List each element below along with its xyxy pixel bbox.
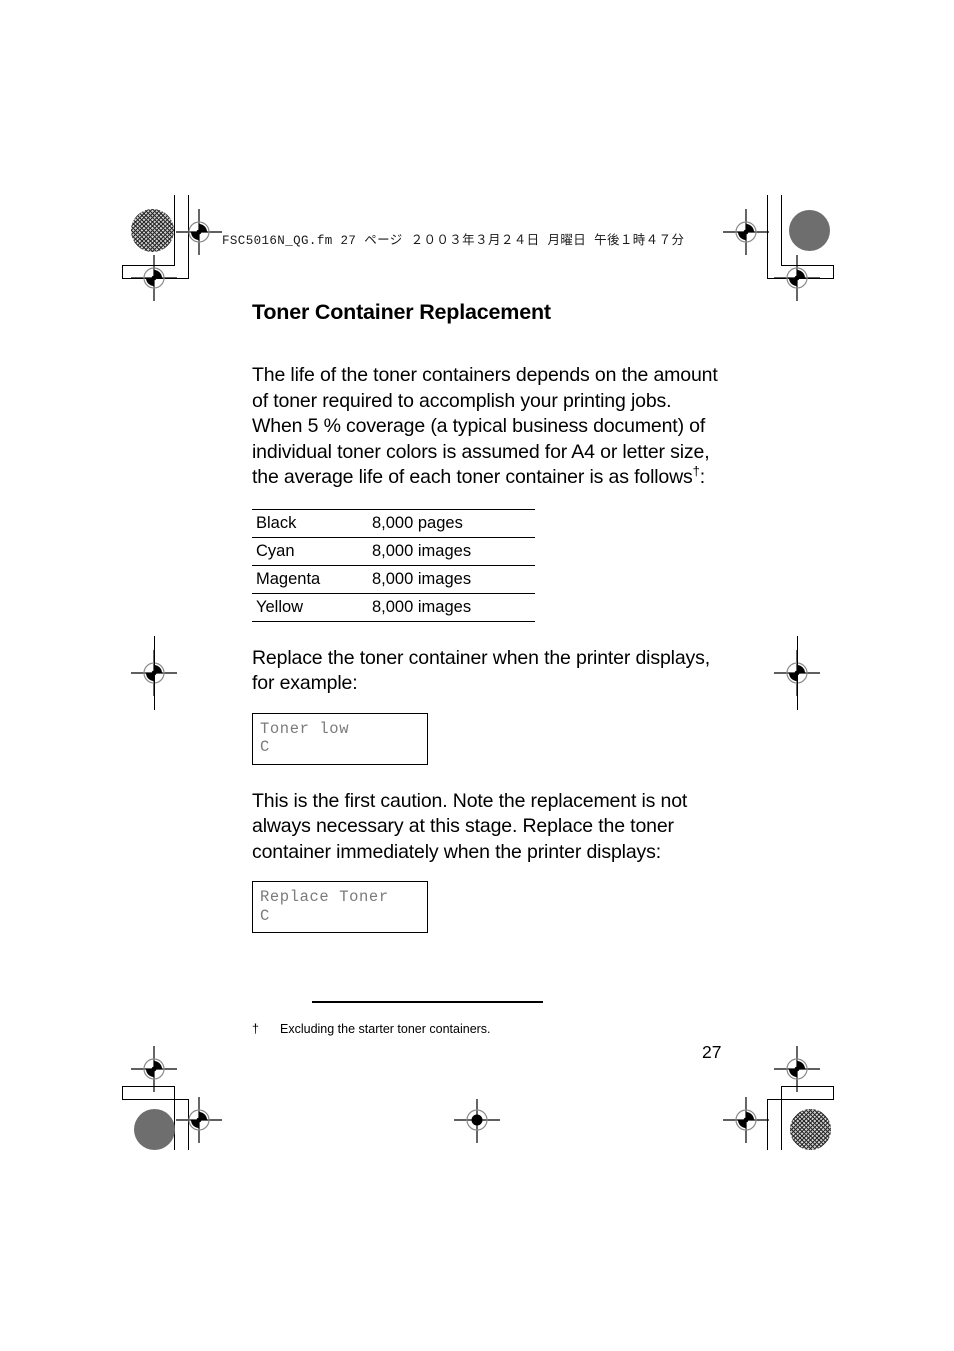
file-info-slug: FSC5016N_QG.fm 27 ページ ２００３年３月２４日 月曜日 午後１… [222, 234, 685, 248]
page-number: 27 [702, 1042, 722, 1062]
replace-instruction-paragraph: Replace the toner container when the pri… [252, 646, 711, 695]
registration-mark-top-right [723, 209, 769, 255]
registration-mark-bottom-right [723, 1097, 769, 1143]
solid-density-dot-bottom-left [134, 1109, 175, 1150]
footnote: † Excluding the starter toner containers. [252, 1021, 491, 1037]
crop-mark-line [154, 636, 155, 710]
screened-density-dot-bottom-right [790, 1109, 831, 1150]
solid-density-dot-top-right [789, 210, 830, 251]
crop-mark-line [122, 265, 123, 279]
crop-mark-line [767, 1099, 834, 1100]
intro-paragraph-colon: : [699, 466, 706, 488]
registration-mark-left-upper [131, 255, 177, 301]
table-row: Yellow 8,000 images [252, 592, 535, 622]
toner-life-table: Black 8,000 pages Cyan 8,000 images Mage… [252, 508, 535, 622]
display-line-2: C [260, 906, 270, 925]
registration-mark-bottom-center [454, 1099, 500, 1143]
registration-mark-right-upper [774, 255, 820, 301]
registration-mark-bottom-left [176, 1097, 222, 1143]
crop-mark-line [122, 1086, 175, 1087]
crop-mark-line [781, 1086, 834, 1087]
intro-paragraph: The life of the toner containers depends… [252, 363, 722, 491]
crop-mark-line [833, 265, 834, 279]
display-line-1: Toner low [260, 719, 350, 738]
intro-paragraph-text: The life of the toner containers depends… [252, 364, 718, 488]
page-content: Toner Container Replacement The life of … [252, 300, 722, 933]
table-row: Magenta 8,000 images [252, 564, 535, 594]
crop-mark-line [174, 1086, 175, 1150]
page-title: Toner Container Replacement [252, 300, 551, 324]
table-row: Cyan 8,000 images [252, 536, 535, 566]
printer-display-toner-low: Toner low C [252, 712, 428, 765]
toner-life-cyan: 8,000 images [368, 536, 535, 566]
printer-display-replace-toner: Replace Toner C [252, 881, 428, 933]
table-row: Black 8,000 pages [252, 508, 535, 538]
first-caution-paragraph: This is the first caution. Note the repl… [252, 789, 688, 863]
toner-color-black: Black [252, 508, 368, 538]
display-line-1: Replace Toner [260, 888, 389, 906]
crop-mark-line [781, 1086, 782, 1150]
document-page: FSC5016N_QG.fm 27 ページ ２００３年３月２４日 月曜日 午後１… [0, 0, 954, 1351]
crop-mark-line [797, 636, 798, 710]
display-line-2: C [260, 738, 270, 756]
toner-color-magenta: Magenta [252, 564, 368, 594]
footnote-separator-rule [312, 1001, 543, 1003]
crop-mark-line [122, 1086, 123, 1100]
toner-life-black: 8,000 pages [368, 508, 535, 538]
toner-life-magenta: 8,000 images [368, 564, 535, 594]
footnote-marker: † [252, 1022, 259, 1036]
crop-mark-line [833, 1086, 834, 1100]
toner-color-cyan: Cyan [252, 536, 368, 566]
screened-density-dot-top-left [131, 209, 174, 252]
footnote-text: Excluding the starter toner containers. [280, 1022, 491, 1036]
toner-color-yellow: Yellow [252, 592, 368, 622]
footnote-reference-marker: † [692, 463, 700, 479]
registration-mark-top-left [176, 209, 222, 255]
toner-life-yellow: 8,000 images [368, 592, 535, 622]
